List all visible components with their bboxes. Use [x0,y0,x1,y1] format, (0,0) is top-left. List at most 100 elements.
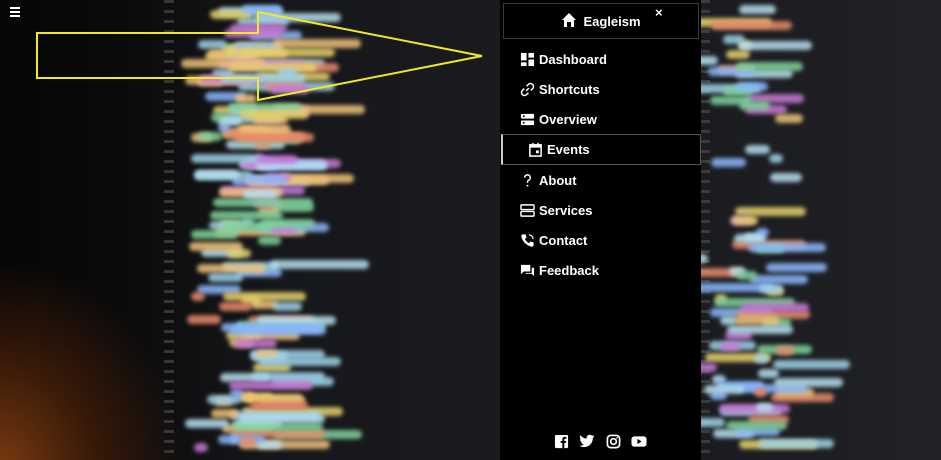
code-token [208,272,244,282]
sidebar-item-events[interactable]: Events [501,134,701,165]
code-token [758,284,783,294]
sidebar: Eagleism × Dashboard Shortcuts Overview [501,0,701,460]
code-token [757,369,779,379]
youtube-icon[interactable] [631,433,647,449]
facebook-icon[interactable] [553,433,569,449]
code-token [273,38,361,48]
code-token [230,24,287,34]
sidebar-item-label: Contact [539,232,588,248]
code-token [257,236,281,246]
sidebar-nav: Dashboard Shortcuts Overview Events Abou… [501,44,701,285]
code-token [734,234,767,244]
code-token [195,170,240,180]
code-token [773,359,850,369]
code-token [726,49,751,59]
dashboard-icon [519,51,535,67]
code-token [735,62,804,72]
line-number-gutter [164,0,174,460]
code-token [191,230,239,240]
sidebar-item-contact[interactable]: Contact [501,225,701,255]
code-token [709,96,752,106]
services-icon [519,202,535,218]
code-token [240,47,336,57]
sidebar-item-shortcuts[interactable]: Shortcuts [501,74,701,104]
code-token [765,263,828,273]
code-token [197,132,223,142]
code-token [753,387,768,397]
code-token [190,153,265,163]
code-token [738,5,777,15]
code-token [732,216,759,226]
code-token [251,371,326,381]
code-token [218,434,239,444]
code-token [238,123,291,133]
code-token [245,131,307,141]
code-token [736,270,757,280]
brand-link[interactable]: Eagleism [503,3,699,39]
code-token [774,378,843,388]
code-token [770,172,802,182]
instagram-icon[interactable] [605,433,621,449]
link-icon [519,81,535,97]
calendar-icon [527,142,543,158]
code-token [704,384,744,394]
code-token [270,84,309,94]
code-token [700,418,726,428]
code-token [711,20,792,30]
code-token [719,341,741,351]
sidebar-item-label: Events [547,142,590,157]
sidebar-item-overview[interactable]: Overview [501,104,701,134]
code-token [239,436,257,446]
chat-icon [519,262,535,278]
code-token [241,4,283,14]
background-code-right [700,0,941,460]
code-token [734,207,807,217]
sidebar-item-about[interactable]: About [501,165,701,195]
code-token [217,116,243,126]
code-token [273,301,302,311]
hamburger-icon[interactable] [10,6,24,18]
code-token [249,400,309,410]
sidebar-item-label: Feedback [539,262,599,278]
close-icon[interactable]: × [655,5,663,20]
background-code-left [0,0,500,460]
code-token [222,292,306,302]
code-token [198,40,227,50]
code-token [725,421,787,431]
code-token [277,68,297,78]
code-token [230,388,243,398]
code-token [213,197,313,207]
code-token [740,302,809,312]
code-token [260,219,315,229]
sidebar-item-label: Shortcuts [539,81,600,97]
code-token [189,241,244,251]
code-token [734,316,781,326]
code-token [184,418,229,428]
code-token [220,323,322,333]
sidebar-item-feedback[interactable]: Feedback [501,255,701,285]
phone-icon [519,232,535,248]
code-token [719,403,791,413]
sidebar-item-services[interactable]: Services [501,195,701,225]
code-token [754,354,769,364]
sidebar-item-label: About [539,172,577,188]
sidebar-item-label: Dashboard [539,51,607,67]
code-token [775,113,803,123]
code-token [238,413,326,423]
code-token [257,356,342,366]
code-token [234,338,278,348]
code-token [210,409,240,419]
twitter-icon[interactable] [579,433,595,449]
code-token [738,40,812,50]
sidebar-item-dashboard[interactable]: Dashboard [501,44,701,74]
home-icon [561,12,577,31]
code-token [755,402,773,412]
code-token [700,56,718,66]
code-token [218,301,252,311]
code-token [757,438,834,448]
code-token [181,58,265,68]
code-token [224,45,238,55]
code-token [242,189,278,199]
code-token [255,155,299,165]
code-token [247,174,288,184]
